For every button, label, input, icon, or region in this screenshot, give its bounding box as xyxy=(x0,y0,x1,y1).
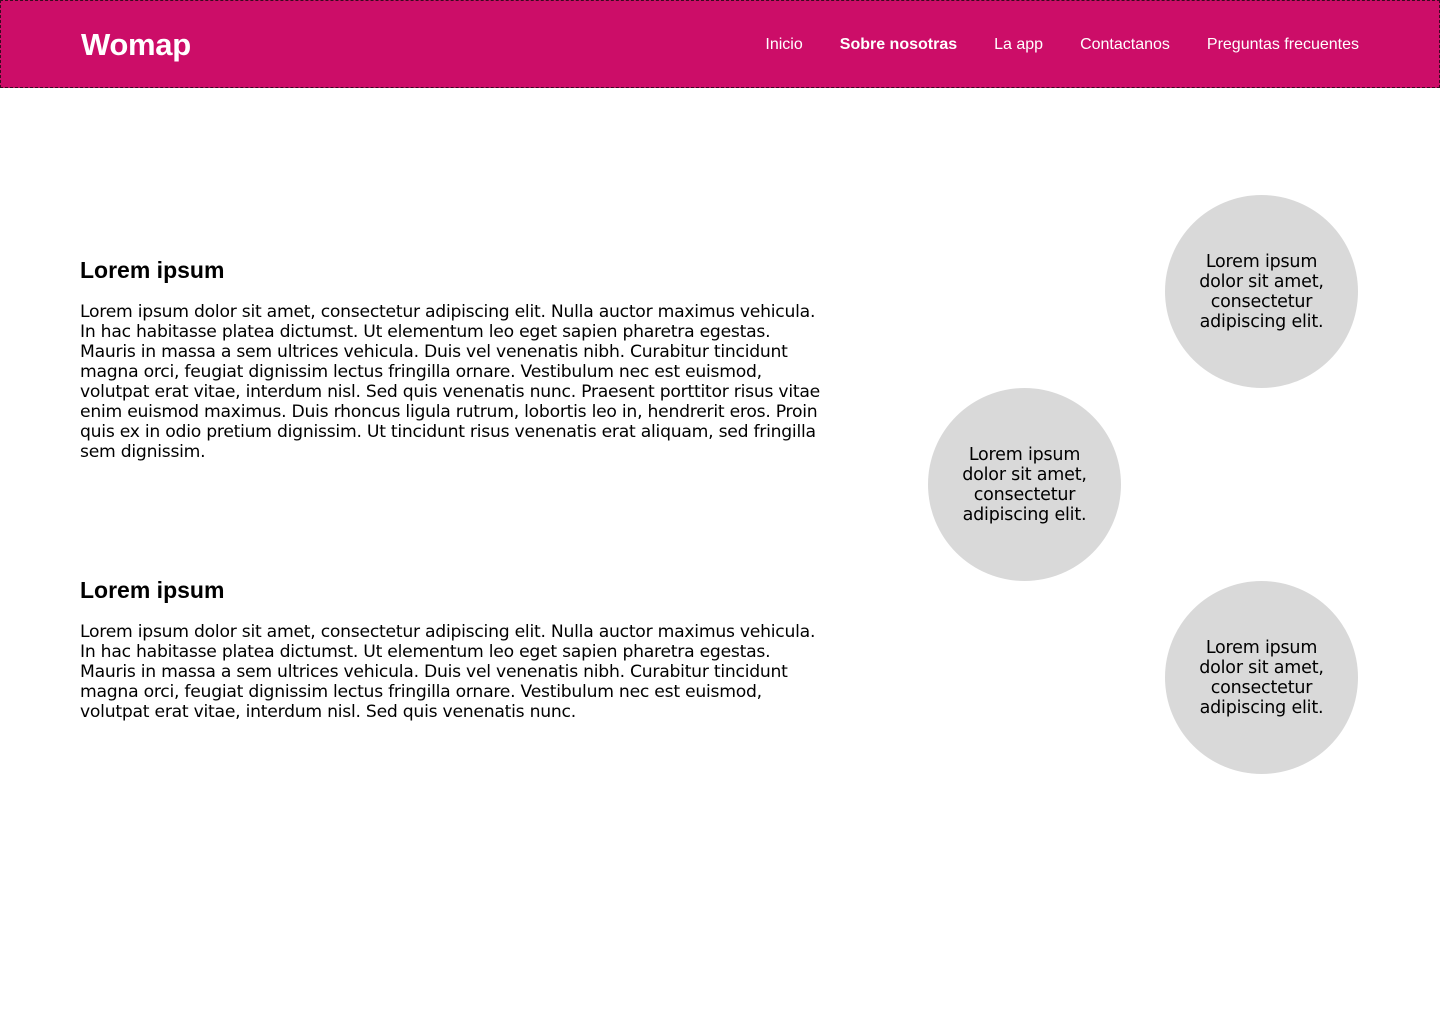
section-body: Lorem ipsum dolor sit amet, consectetur … xyxy=(80,302,820,462)
nav-item-preguntas-frecuentes[interactable]: Preguntas frecuentes xyxy=(1207,35,1359,55)
main-nav: Inicio Sobre nosotras La app Contactanos… xyxy=(728,35,1359,55)
site-header: Womap Inicio Sobre nosotras La app Conta… xyxy=(0,0,1440,88)
feature-circle: Lorem ipsum dolor sit amet, consectetur … xyxy=(1165,195,1358,388)
feature-circle-text: Lorem ipsum dolor sit amet, consectetur … xyxy=(1199,251,1324,332)
feature-circle: Lorem ipsum dolor sit amet, consectetur … xyxy=(928,388,1121,581)
content-section: Lorem ipsum Lorem ipsum dolor sit amet, … xyxy=(80,576,820,722)
section-body: Lorem ipsum dolor sit amet, consectetur … xyxy=(80,622,816,722)
nav-item-sobre-nosotras[interactable]: Sobre nosotras xyxy=(840,35,957,55)
nav-item-contactanos[interactable]: Contactanos xyxy=(1080,35,1170,55)
nav-item-inicio[interactable]: Inicio xyxy=(765,35,802,55)
section-title: Lorem ipsum xyxy=(80,577,225,603)
logo[interactable]: Womap xyxy=(81,27,191,63)
feature-circle-text: Lorem ipsum dolor sit amet, consectetur … xyxy=(1199,637,1324,718)
section-title: Lorem ipsum xyxy=(80,257,225,283)
feature-circle-text: Lorem ipsum dolor sit amet, consectetur … xyxy=(962,444,1087,525)
nav-item-la-app[interactable]: La app xyxy=(994,35,1043,55)
content-section: Lorem ipsum Lorem ipsum dolor sit amet, … xyxy=(80,256,820,462)
feature-circle: Lorem ipsum dolor sit amet, consectetur … xyxy=(1165,581,1358,774)
